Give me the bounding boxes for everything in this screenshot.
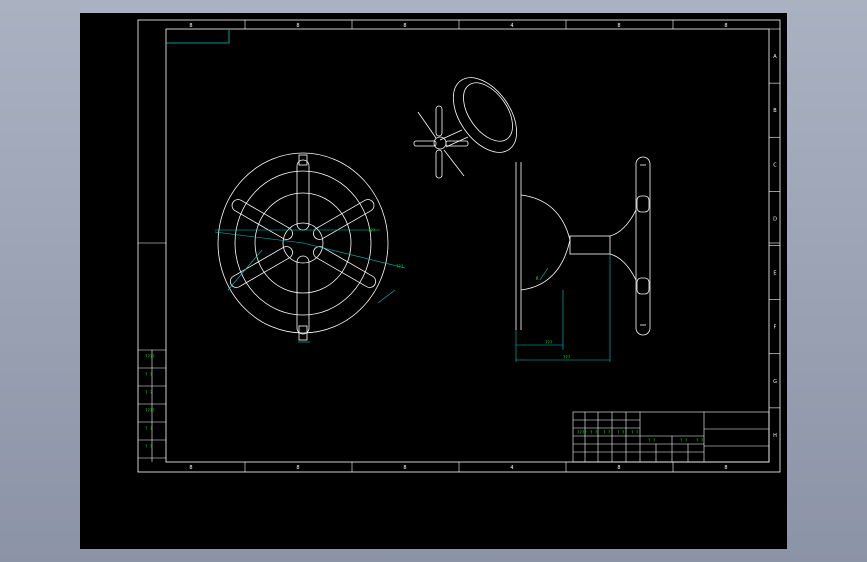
left-strip-label: ? ? [145,426,153,431]
title-block-cell: ? ? [590,430,598,435]
bottom-zone-label: 8 [189,465,192,471]
top-zone-strip [244,20,674,472]
outer-frame [137,19,781,473]
title-block-cell: ? ? [680,438,688,443]
side-zone-label: B [773,108,777,114]
side-zone-strip: A B C D E F G H [769,28,780,439]
top-zone-label: 8 [617,23,620,29]
left-strip-label: ? ? [145,372,153,377]
side-zone-label: E [773,271,776,277]
top-zone-label: 8 [724,23,727,29]
isometric-view [413,77,518,179]
top-zone-label: 8 [403,23,406,29]
bottom-zone-label: 8 [403,465,406,471]
front-view [217,152,389,341]
side-zone-label: A [773,54,777,60]
side-zone-label: G [773,379,777,385]
side-width-label: ??? [563,355,571,360]
bottom-zone-label: 8 [617,465,620,471]
side-zone-label: C [773,162,777,168]
title-block-cell: ? ? [648,438,656,443]
side-radius-label: R [536,276,539,281]
left-strip-label: ???? [145,354,155,359]
side-zone-label: F [774,325,777,331]
bottom-zone-label: 8 [296,465,299,471]
inner-frame [165,28,770,463]
title-block-cell: ? ? [631,430,639,435]
corner-mark [166,29,230,44]
left-strip-label: ? ? [145,444,153,449]
front-angle-label: ??? [368,228,376,233]
title-block-cell: ? ? [696,438,704,443]
side-zone-label: H [773,433,777,439]
left-strip-label: ? ? [145,390,153,395]
title-block-cell: ? ? [617,430,625,435]
side-view-dimensions [515,254,611,362]
top-zone-label: 8 [189,23,192,29]
cad-drawing: 8 8 8 4 8 88 8 8 4 8 8 ABCDEFGH ????? ?? ?????? ??… [137,19,781,473]
top-zone-label: 8 [296,23,299,29]
title-block-cell: ? ? [603,430,611,435]
bottom-zone-label: 4 [510,465,513,471]
top-zone-label: 4 [510,23,513,29]
bottom-zone-label: 8 [724,465,727,471]
side-zone-label: D [773,216,777,222]
side-view [515,156,651,336]
front-view-dimensions [214,229,406,343]
left-strip-label: ???? [145,408,155,413]
title-block-cell: ???? [577,430,587,435]
front-diameter-label: ??? [396,264,404,269]
title-block [572,411,770,463]
side-height-label: ??? [545,340,553,345]
